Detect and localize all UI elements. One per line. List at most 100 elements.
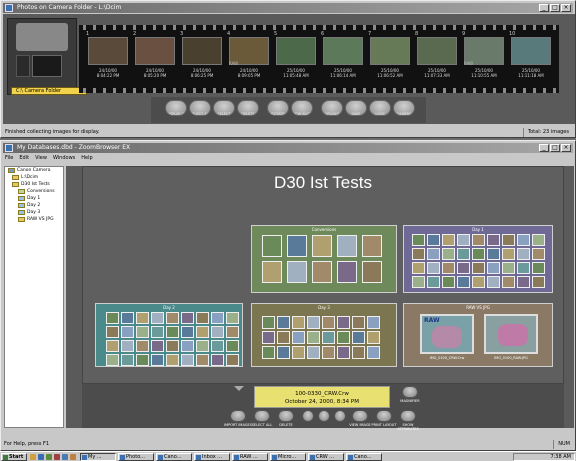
tree-item[interactable]: Day 3 (15, 209, 63, 216)
gallery-thumbnail[interactable] (352, 331, 365, 344)
gallery-thumbnail[interactable] (196, 326, 209, 338)
gallery-thumbnail[interactable] (136, 354, 149, 366)
collapse-arrow-icon[interactable] (234, 386, 244, 391)
gallery-thumbnail[interactable] (352, 316, 365, 329)
quick-launch-icon[interactable] (38, 454, 44, 460)
control-button[interactable] (352, 410, 368, 422)
control-button[interactable] (400, 410, 416, 422)
gallery-thumbnail[interactable] (487, 248, 500, 260)
tree-item[interactable]: Day 1 (15, 195, 63, 202)
zoombrowser-titlebar[interactable]: My Databases.dbd - ZoomBrowser EX _ □ × (3, 143, 573, 153)
gallery-thumbnail[interactable] (367, 346, 380, 359)
gallery-thumbnail[interactable] (121, 354, 134, 366)
gallery-thumbnail[interactable] (337, 261, 357, 283)
quick-launch-icon[interactable] (70, 454, 76, 460)
gallery-thumbnail[interactable] (532, 248, 545, 260)
gallery-conversions[interactable]: Conversions (251, 225, 397, 293)
gallery-thumbnail[interactable] (211, 312, 224, 324)
gallery-thumbnail[interactable] (517, 276, 530, 288)
gallery-thumbnail[interactable] (442, 248, 455, 260)
gallery-thumbnail[interactable] (166, 312, 179, 324)
gallery-thumbnail[interactable] (322, 331, 335, 344)
gallery-thumbnail[interactable] (181, 340, 194, 352)
gallery-thumbnail[interactable] (106, 326, 119, 338)
gallery-thumbnail[interactable] (412, 234, 425, 246)
tree-item[interactable]: Conversions (15, 188, 63, 195)
gallery-thumbnail[interactable] (106, 354, 119, 366)
gallery-thumbnail[interactable] (362, 261, 382, 283)
gallery-thumbnail[interactable] (136, 340, 149, 352)
gallery-thumbnail[interactable] (442, 234, 455, 246)
gallery-thumbnail[interactable] (151, 326, 164, 338)
maximize-button[interactable]: □ (550, 144, 560, 152)
gallery-thumbnail[interactable] (277, 346, 290, 359)
gallery-thumbnail[interactable] (307, 316, 320, 329)
gallery-thumbnail[interactable] (352, 346, 365, 359)
gallery-day-2[interactable]: Day 2 (95, 303, 243, 367)
film-frame[interactable]: 6 25/10/00 11:06:14 AM (320, 31, 366, 87)
tree-item[interactable]: Day 2 (15, 202, 63, 209)
folder-label[interactable]: C:\ Camera Folder (11, 87, 87, 95)
film-strip[interactable]: 1 24/10/00 8:04:22 PM 2 24/10/00 8:05:20 PM 3 2… (79, 25, 559, 93)
gallery-thumbnail[interactable] (181, 312, 194, 324)
gallery-thumbnail[interactable] (502, 276, 515, 288)
gallery-thumbnail[interactable] (106, 312, 119, 324)
gallery-thumbnail[interactable] (362, 235, 382, 257)
gallery-thumbnail[interactable] (277, 331, 290, 344)
frame-thumbnail[interactable] (88, 37, 128, 65)
gallery-thumbnail[interactable] (487, 276, 500, 288)
camera-toolbar-button[interactable]: DELETE (237, 100, 259, 116)
taskbar-window-button[interactable]: My ... (80, 453, 116, 461)
film-frame[interactable]: 2 24/10/00 8:05:20 PM (132, 31, 178, 87)
camera-toolbar-button[interactable]: UPLOAD (321, 100, 343, 116)
camera-window-titlebar[interactable]: Photos on Camera Folder - L:\Dcim _ □ × (3, 3, 573, 13)
film-frame[interactable]: 3 24/10/00 8:06:25 PM (179, 31, 225, 87)
gallery-thumbnail[interactable] (211, 354, 224, 366)
gallery-thumbnail[interactable] (262, 261, 282, 283)
gallery-thumbnail[interactable] (287, 261, 307, 283)
gallery-thumbnail[interactable] (292, 331, 305, 344)
gallery-thumbnail[interactable] (262, 235, 282, 257)
gallery-thumbnail[interactable] (211, 326, 224, 338)
gallery-thumbnail[interactable] (121, 340, 134, 352)
minimize-button[interactable]: _ (539, 144, 549, 152)
film-frame[interactable]: 8 25/10/00 11:07:33 AM (414, 31, 460, 87)
gallery-thumbnail[interactable] (181, 354, 194, 366)
camera-toolbar-button[interactable]: SELECT (213, 100, 235, 116)
gallery-thumbnail[interactable] (166, 326, 179, 338)
gallery-thumbnail[interactable] (337, 316, 350, 329)
gallery-thumbnail[interactable] (196, 340, 209, 352)
gallery-thumbnail[interactable] (502, 248, 515, 260)
gallery-thumbnail[interactable] (226, 340, 239, 352)
gallery-thumbnail[interactable] (226, 312, 239, 324)
gallery-thumbnail[interactable] (517, 262, 530, 274)
control-button[interactable] (254, 410, 270, 422)
gallery-thumbnail[interactable] (412, 276, 425, 288)
maximize-button[interactable]: □ (550, 4, 560, 12)
film-frame[interactable]: 7 25/10/00 11:06:52 AM (367, 31, 413, 87)
gallery-thumbnail[interactable] (502, 234, 515, 246)
gallery-thumbnail[interactable] (211, 340, 224, 352)
frame-thumbnail[interactable] (511, 37, 551, 65)
frame-thumbnail[interactable] (323, 37, 363, 65)
gallery-thumbnail[interactable] (412, 248, 425, 260)
taskbar-window-button[interactable]: RAW ... (232, 453, 268, 461)
frame-thumbnail[interactable] (135, 37, 175, 65)
control-button[interactable] (302, 410, 314, 422)
quick-launch-icon[interactable] (46, 454, 52, 460)
gallery-thumbnail[interactable] (337, 235, 357, 257)
gallery-thumbnail[interactable] (292, 346, 305, 359)
gallery-thumbnail[interactable] (472, 262, 485, 274)
taskbar-window-button[interactable]: Photo... (118, 453, 154, 461)
film-frame[interactable]: 9 RAW 25/10/00 11:10:55 AM (461, 31, 507, 87)
gallery-thumbnail[interactable] (427, 234, 440, 246)
gallery-thumbnail[interactable] (277, 316, 290, 329)
taskbar-window-button[interactable]: CRW ... (308, 453, 344, 461)
camera-toolbar-button[interactable]: VIEW SLIDESHOW (291, 100, 313, 116)
gallery-thumbnail[interactable] (322, 316, 335, 329)
film-frame[interactable]: 4 RAW 24/10/00 8:09:05 PM (226, 31, 272, 87)
film-frame[interactable]: 1 24/10/00 8:04:22 PM (85, 31, 131, 87)
gallery-thumbnail[interactable] (487, 234, 500, 246)
quick-launch-icon[interactable] (62, 454, 68, 460)
gallery-thumbnail[interactable] (151, 340, 164, 352)
